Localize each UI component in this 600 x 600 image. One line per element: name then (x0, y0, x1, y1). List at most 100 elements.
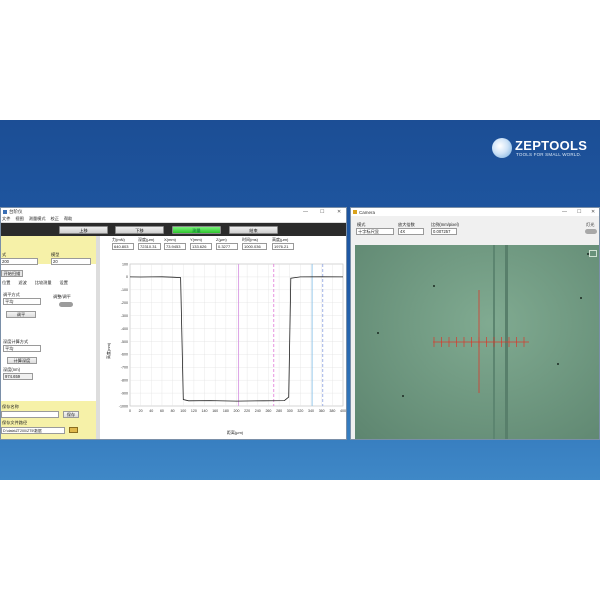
camera-maximize-button[interactable]: ☐ (577, 209, 581, 215)
camera-titlebar: Camera — ☐ ✕ (351, 208, 599, 216)
profile-chart[interactable]: 高度(nm) 距离(μm) 0 20 40 60 80 100 120 140 160 180 20… (100, 256, 346, 436)
x-tick-label: 80 (171, 409, 175, 413)
camera-minimize-button[interactable]: — (562, 209, 567, 215)
readout-height: 1976.21 (272, 243, 294, 250)
camera-app-icon (353, 210, 357, 214)
y-tick-label: -600 (121, 353, 128, 357)
save-name-input[interactable] (1, 411, 59, 418)
x-tick-label: 340 (308, 409, 314, 413)
light-toggle[interactable] (585, 229, 597, 234)
menu-calibrate[interactable]: 校正 (51, 216, 59, 222)
x-tick-label: 240 (255, 409, 261, 413)
chart-area: 力(mN) 深度(μm) X(mm) Y(mm) Z(μm) 时间(ms) 高度… (100, 236, 346, 439)
y-tick-label: -700 (121, 366, 128, 370)
y-tick-label: -800 (121, 378, 128, 382)
app-icon (3, 210, 7, 214)
control-panel: 式 模型 200 20 开始扫描 位置 滤波 比较测量 设置 调平方式 平均 调… (1, 236, 96, 439)
save-path-label: 保存文件路径 (2, 420, 28, 425)
start-scan-button[interactable]: 开始扫描 (1, 270, 23, 277)
menu-help[interactable]: 帮助 (64, 216, 72, 222)
x-tick-label: 300 (287, 409, 293, 413)
y-tick-label: -400 (121, 327, 128, 331)
camera-view[interactable] (355, 245, 599, 439)
camera-scale-field[interactable]: 0.007257 (431, 228, 457, 235)
close-button[interactable]: ✕ (337, 209, 341, 215)
measure-button[interactable]: 测量 (172, 226, 221, 234)
motion-level-label: 调整/调平 (53, 294, 71, 299)
readout-z: 0.3277 (216, 243, 238, 250)
y-tick-label: 100 (122, 262, 128, 266)
x-tick-label: 40 (149, 409, 153, 413)
logo-mark-icon (492, 138, 512, 158)
camera-close-button[interactable]: ✕ (591, 209, 595, 215)
save-name-label: 保存名称 (2, 404, 19, 409)
level-toggle[interactable] (59, 302, 73, 307)
y-tick-label: 0 (126, 275, 128, 279)
depth-method-select[interactable]: 平均 (3, 345, 41, 352)
tab-position[interactable]: 位置 (2, 280, 10, 288)
readout-time: 1000.036 (242, 243, 267, 250)
y-tick-label: -500 (121, 340, 128, 344)
y-tick-label: -100 (121, 288, 128, 292)
x-tick-label: 120 (191, 409, 197, 413)
menu-measure-mode[interactable]: 测量模式 (29, 216, 46, 222)
y-tick-label: -200 (121, 301, 128, 305)
profilometer-window: 台阶仪 — ☐ ✕ 文件 视图 测量模式 校正 帮助 上移 下移 测量 结束 式… (0, 207, 347, 440)
camera-title: Camera (359, 209, 376, 215)
model-value-field[interactable]: 20 (51, 258, 91, 265)
readout-y: 133.626 (190, 243, 212, 250)
camera-mode-select[interactable]: 十字标尺显 (356, 228, 394, 235)
tab-filter[interactable]: 滤波 (18, 280, 26, 288)
y-tick-label: -300 (121, 314, 128, 318)
readout-label-y: Y(mm) (190, 237, 202, 242)
x-tick-label: 140 (202, 409, 208, 413)
readout-label-z: Z(μm) (216, 237, 227, 242)
level-method-select[interactable]: 平均 (3, 298, 41, 305)
menu-bar: 文件 视图 测量模式 校正 帮助 (1, 216, 346, 223)
readout-x: 73.9453 (164, 243, 186, 250)
y-axis-label: 高度(nm) (105, 342, 111, 359)
camera-zoom-select[interactable]: 4X (398, 228, 424, 235)
x-tick-label: 180 (223, 409, 229, 413)
depth-result-field: 974.659 (3, 373, 33, 380)
x-tick-label: 200 (234, 409, 240, 413)
scan-value-field[interactable]: 200 (1, 258, 38, 265)
move-down-button[interactable]: 下移 (115, 226, 164, 234)
level-button[interactable]: 调平 (6, 311, 36, 318)
calc-depth-button[interactable]: 计算深度 (7, 357, 37, 364)
camera-light-label: 灯光 (586, 222, 595, 227)
camera-window: Camera — ☐ ✕ 模式 放大倍数 比例(mm/pixel) 灯光 十字标… (350, 207, 600, 440)
brand-logo: ZEPTOOLS TOOLS FOR SMALL WORLD. (492, 138, 592, 162)
y-tick-label: -1000 (119, 404, 128, 408)
y-tick-label: -900 (121, 391, 128, 395)
readout-force: 640.803 (112, 243, 134, 250)
window-title: 台阶仪 (9, 209, 23, 214)
readout-depth: 72310.31 (138, 243, 161, 250)
move-up-button[interactable]: 上移 (59, 226, 108, 234)
stop-button[interactable]: 结束 (229, 226, 278, 234)
save-path-input[interactable]: D:\data\ZT200\ZT5\数据 (1, 427, 65, 434)
toolbar: 上移 下移 测量 结束 (1, 223, 346, 237)
minimize-button[interactable]: — (303, 209, 308, 215)
menu-file[interactable]: 文件 (2, 216, 10, 222)
maximize-button[interactable]: ☐ (320, 209, 324, 215)
x-tick-label: 220 (244, 409, 250, 413)
brand-name: ZEPTOOLS (515, 138, 588, 153)
tab-compare[interactable]: 比较测量 (35, 280, 52, 288)
brand-tagline: TOOLS FOR SMALL WORLD. (516, 152, 582, 157)
x-tick-label: 260 (265, 409, 271, 413)
menu-view[interactable]: 视图 (15, 216, 23, 222)
crosshair-scale (433, 290, 529, 393)
x-tick-label: 320 (297, 409, 303, 413)
x-axis-label: 距离(μm) (227, 429, 244, 435)
folder-icon[interactable] (69, 427, 78, 433)
save-button[interactable]: 保存 (63, 411, 79, 418)
tab-settings[interactable]: 设置 (60, 280, 68, 288)
x-tick-label: 360 (319, 409, 325, 413)
x-tick-label: 280 (276, 409, 282, 413)
x-tick-label: 400 (340, 409, 346, 413)
x-tick-label: 380 (329, 409, 335, 413)
x-tick-label: 0 (129, 409, 131, 413)
x-tick-label: 20 (139, 409, 143, 413)
left-titlebar: 台阶仪 — ☐ ✕ (1, 208, 346, 216)
